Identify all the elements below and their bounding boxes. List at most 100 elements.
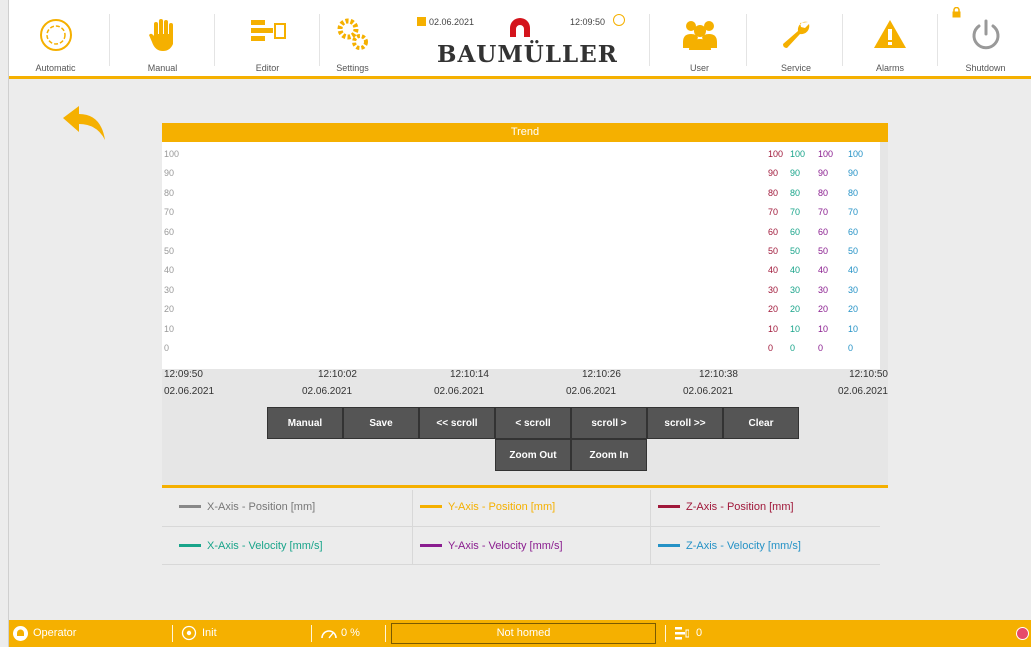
y-tick-label: 40: [164, 265, 175, 276]
right-axis-tick-label: 70: [790, 207, 801, 218]
right-axis-tick-label: 20: [790, 304, 801, 315]
right-axis-tick-label: 100: [790, 149, 806, 159]
divider: [665, 625, 666, 642]
user-status[interactable]: Operator: [33, 620, 76, 647]
right-axis-tick-label: 80: [848, 187, 859, 198]
wrench-icon: [783, 21, 810, 48]
trend-panel: Trend 100 90 80 70 60 50 40 30 20 10 0 100 90 80 70 60 5…: [162, 123, 888, 488]
nav-settings-button[interactable]: Settings: [306, 0, 399, 76]
date-axis-label: 02.06.2021: [837, 386, 888, 397]
legend-item[interactable]: X-Axis - Velocity [mm/s]: [179, 538, 323, 554]
time-axis-label: 12:10:38: [699, 369, 738, 380]
save-button[interactable]: Save: [343, 407, 419, 439]
scroll-right-button[interactable]: scroll >: [571, 407, 647, 439]
bell-icon: [13, 626, 28, 641]
right-axis-tick-label: 90: [768, 168, 779, 179]
legend-swatch: [420, 543, 442, 547]
panel-title: Trend: [162, 123, 888, 142]
y-tick-label: 60: [164, 226, 175, 237]
time-axis-label: 12:10:02: [318, 369, 357, 380]
y-tick-label: 10: [164, 323, 175, 334]
scroll-far-left-button[interactable]: << scroll: [419, 407, 495, 439]
nav-manual-button[interactable]: Manual: [116, 0, 209, 76]
nav-label: Shutdown: [965, 63, 1006, 73]
date-axis-label: 02.06.2021: [434, 386, 485, 397]
zoom-in-button[interactable]: Zoom In: [571, 439, 647, 471]
legend-item[interactable]: Y-Axis - Position [mm]: [420, 499, 555, 515]
legend-swatch: [179, 543, 201, 547]
nav-label: Service: [780, 63, 811, 73]
legend-item[interactable]: Y-Axis - Velocity [mm/s]: [420, 538, 563, 554]
users-icon: [682, 21, 717, 50]
mode-icon: [181, 625, 197, 641]
status-bar: Operator Init 0 % Not homed 0: [9, 620, 1031, 647]
right-axis-tick-label: 80: [818, 187, 829, 198]
time-axis-label: 12:09:50: [164, 369, 203, 380]
program-count: 0: [696, 627, 703, 639]
date-axis-label: 02.06.2021: [683, 386, 734, 397]
y-tick-label: 90: [164, 168, 175, 179]
divider: [162, 564, 880, 565]
y-tick-label: 0: [164, 343, 170, 353]
manual-button[interactable]: Manual: [267, 407, 343, 439]
right-axis-tick-label: 60: [848, 226, 859, 237]
right-axis-tick-label: 70: [818, 207, 829, 218]
back-arrow-icon[interactable]: [61, 104, 107, 144]
legend-swatch: [658, 543, 680, 547]
right-axis-tick-label: 0: [848, 343, 854, 353]
legend-label: Y-Axis - Position [mm]: [448, 501, 556, 513]
right-axis-tick-label: 50: [790, 246, 801, 256]
nav-user-button[interactable]: User: [653, 0, 746, 76]
divider: [214, 14, 215, 66]
right-axis-tick-label: 70: [768, 207, 779, 218]
right-axis-tick-label: 70: [848, 207, 859, 218]
time-axis-label: 12:10:26: [582, 369, 621, 380]
nav-editor-button[interactable]: Editor: [221, 0, 314, 76]
speed-override: 0 %: [341, 627, 360, 639]
time-display: 12:09:50: [570, 17, 606, 27]
automatic-icon: [39, 19, 72, 51]
right-axis-tick-label: 60: [768, 226, 779, 237]
clear-button[interactable]: Clear: [723, 407, 799, 439]
scroll-left-button[interactable]: < scroll: [495, 407, 571, 439]
date-axis-label: 02.06.2021: [302, 386, 353, 397]
y-tick-label: 80: [164, 187, 175, 198]
right-axis-tick-label: 0: [818, 343, 824, 353]
y-tick-label: 100: [164, 149, 180, 159]
right-axis-tick-label: 60: [790, 226, 801, 237]
homing-status: Not homed: [391, 623, 656, 644]
zoom-out-button[interactable]: Zoom Out: [495, 439, 571, 471]
legend-label: X-Axis - Velocity [mm/s]: [207, 540, 323, 552]
date-axis-label: 02.06.2021: [566, 386, 617, 397]
legend-item[interactable]: X-Axis - Position [mm]: [179, 499, 315, 515]
trend-legend: X-Axis - Position [mm] Y-Axis - Position …: [162, 490, 888, 570]
hand-icon: [148, 19, 173, 51]
nav-service-button[interactable]: Service: [746, 0, 846, 76]
nav-label: Editor: [255, 63, 280, 73]
right-axis-tick-label: 0: [790, 343, 796, 353]
divider: [650, 490, 651, 564]
right-axis-tick-label: 100: [848, 149, 864, 159]
divider: [162, 526, 880, 527]
legend-swatch: [179, 504, 201, 508]
y-tick-label: 30: [164, 284, 175, 295]
time-axis-label: 12:10:14: [450, 369, 489, 380]
right-axis-tick-label: 60: [818, 226, 829, 237]
divider: [412, 490, 413, 564]
scroll-far-right-button[interactable]: scroll >>: [647, 407, 723, 439]
warning-icon: [874, 20, 906, 48]
trend-plot-area[interactable]: 100 90 80 70 60 50 40 30 20 10 0 100 90 80 70 60 50 40 30 2…: [162, 142, 880, 369]
legend-item[interactable]: Z-Axis - Position [mm]: [658, 499, 794, 515]
time-axis-label: 12:10:50: [849, 369, 888, 380]
legend-swatch: [420, 504, 442, 508]
right-axis-tick-label: 100: [768, 149, 784, 159]
nav-shutdown-button[interactable]: Shutdown: [939, 0, 1031, 76]
nav-alarms-button[interactable]: Alarms: [842, 0, 938, 76]
right-axis-tick-label: 20: [818, 304, 829, 315]
right-axis-tick-label: 30: [768, 284, 779, 295]
legend-item[interactable]: Z-Axis - Velocity [mm/s]: [658, 538, 801, 554]
nav-label: Automatic: [35, 63, 76, 73]
nav-automatic-button[interactable]: Automatic: [9, 0, 102, 76]
right-axis-tick-label: 50: [818, 246, 829, 256]
hmi-window: Automatic Manual Editor Settings 02.06.2…: [8, 0, 1031, 647]
